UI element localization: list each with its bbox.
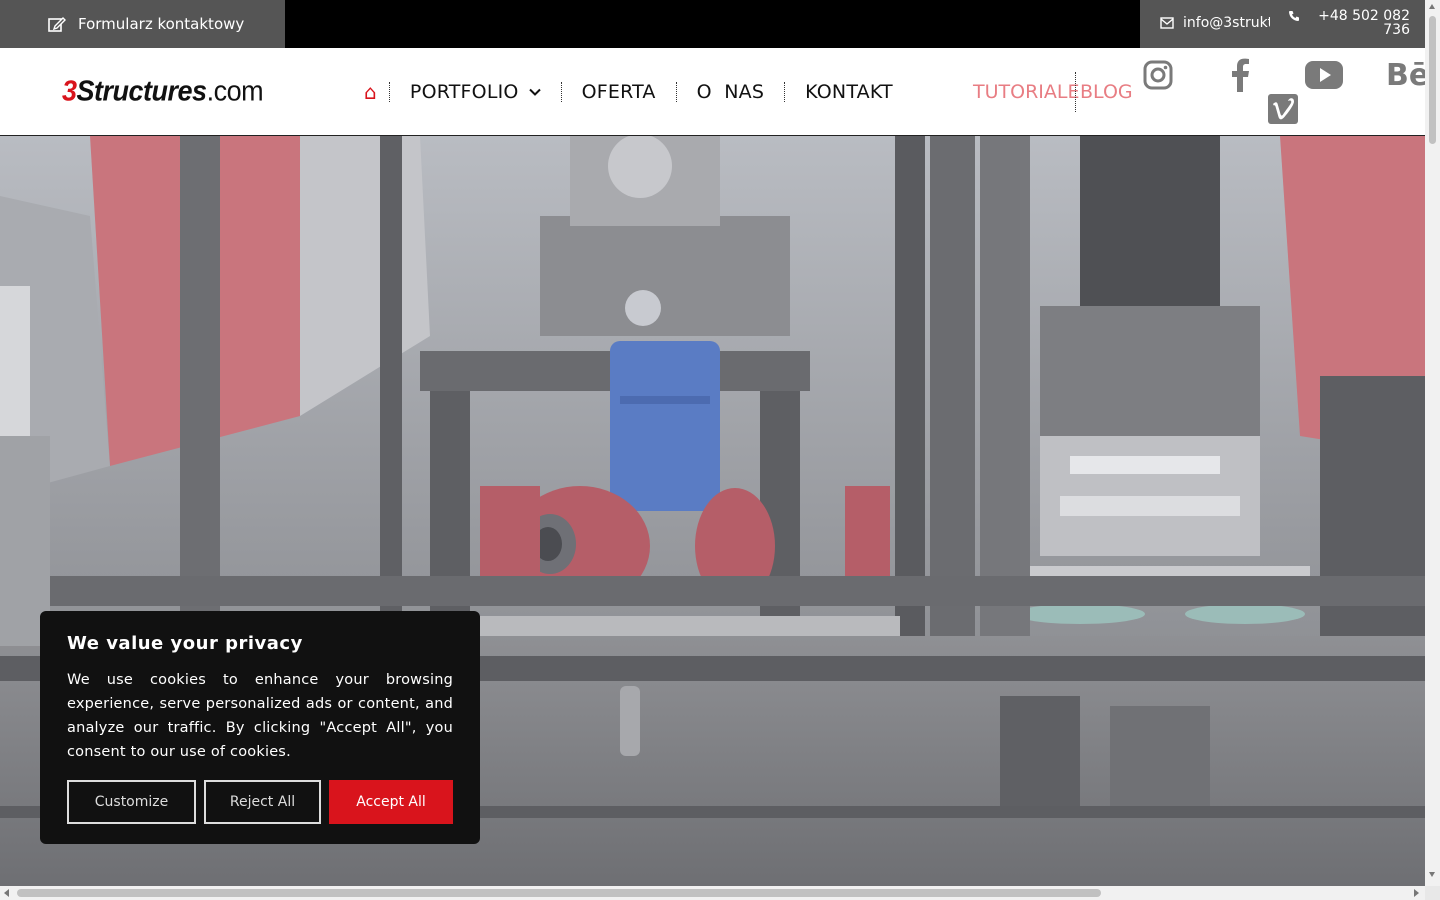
scroll-right-icon[interactable]: [1414, 889, 1419, 897]
vertical-scrollbar[interactable]: [1425, 0, 1440, 886]
nav-item-oferta[interactable]: OFERTA: [562, 48, 676, 136]
main-nav: ⌂ PORTFOLIO OFERTA O NAS KONTAKT: [352, 48, 913, 136]
contact-form-label: Formularz kontaktowy: [78, 15, 245, 33]
site-logo[interactable]: 3Structures.com: [62, 75, 264, 108]
scroll-left-icon[interactable]: [4, 889, 9, 897]
contact-form-link[interactable]: Formularz kontaktowy: [0, 0, 285, 48]
scrollbar-corner: [1425, 886, 1440, 900]
email-text: info@3strukt: [1183, 15, 1270, 31]
cookie-body: We use cookies to enhance your browsing …: [67, 672, 453, 760]
logo-word: Structures: [76, 75, 208, 107]
behance-icon[interactable]: Bē: [1386, 58, 1425, 93]
logo-number: 3: [62, 75, 77, 107]
scroll-up-icon[interactable]: [1429, 4, 1435, 9]
cookie-title: We value your privacy: [67, 633, 303, 654]
cookie-consent-banner: We value your privacy We use cookies to …: [40, 611, 480, 844]
logo-tld: .com: [206, 75, 264, 107]
phone-text: +48 502 082 736: [1318, 8, 1410, 38]
nav-item-kontakt[interactable]: KONTAKT: [785, 48, 913, 136]
nav-item-portfolio[interactable]: PORTFOLIO: [390, 48, 561, 136]
cookie-buttons: Customize Reject All Accept All: [67, 780, 453, 824]
envelope-icon: [1160, 17, 1174, 29]
horizontal-scroll-thumb[interactable]: [17, 889, 1101, 897]
home-icon[interactable]: ⌂: [352, 48, 389, 136]
contact-info: info@3strukt +48 502 082 736: [1140, 0, 1425, 48]
accept-all-button[interactable]: Accept All: [329, 780, 453, 824]
customize-button[interactable]: Customize: [67, 780, 196, 824]
nav-item-blog[interactable]: BLOG: [1080, 48, 1133, 136]
scroll-down-icon[interactable]: [1429, 872, 1435, 877]
top-bar: Formularz kontaktowy info@3strukt +48 50…: [0, 0, 1425, 48]
site-header: 3Structures.com ⌂ PORTFOLIO OFERTA O NAS…: [0, 48, 1425, 136]
facebook-icon[interactable]: [1230, 58, 1250, 92]
phone-link[interactable]: +48 502 082 736: [1288, 9, 1410, 37]
nav-portfolio-label: PORTFOLIO: [409, 81, 519, 103]
phone-icon: [1289, 11, 1299, 21]
email-link[interactable]: info@3strukt: [1160, 15, 1270, 31]
nav-divider: [1075, 72, 1076, 112]
vimeo-icon[interactable]: [1268, 94, 1298, 124]
chevron-down-icon: [528, 88, 541, 96]
nav-item-o-nas[interactable]: O NAS: [677, 48, 785, 136]
edit-icon: [48, 17, 66, 32]
nav-item-tutoriale[interactable]: TUTORIALE: [973, 48, 1079, 136]
reject-all-button[interactable]: Reject All: [204, 780, 321, 824]
instagram-icon[interactable]: [1142, 59, 1174, 91]
horizontal-scrollbar[interactable]: [0, 886, 1425, 900]
youtube-icon[interactable]: [1305, 61, 1343, 89]
vertical-scroll-thumb[interactable]: [1429, 16, 1436, 144]
